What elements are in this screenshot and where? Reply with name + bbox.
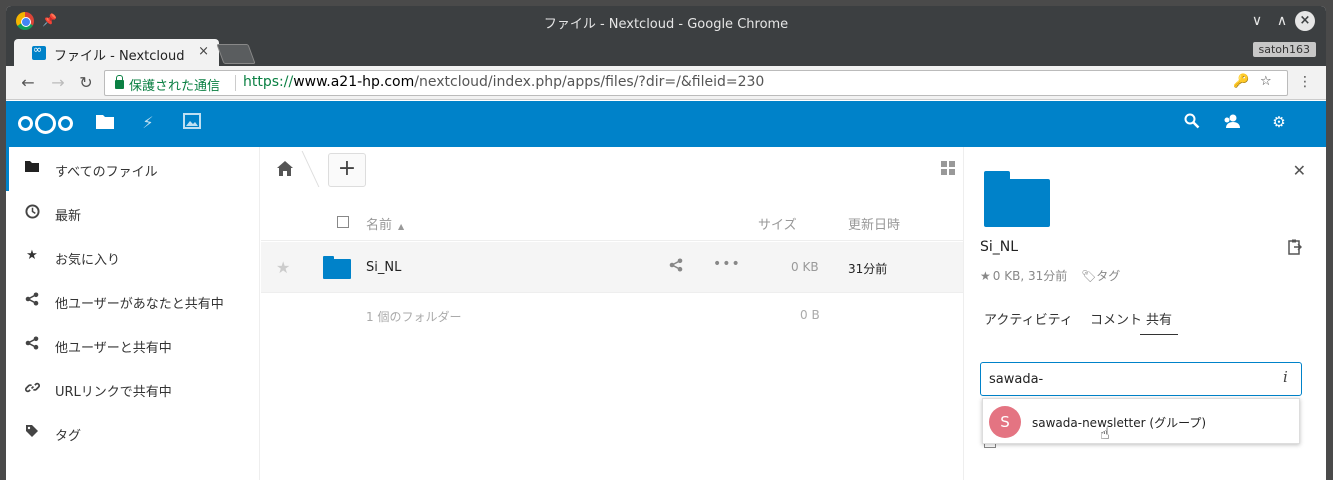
browser-tab[interactable]: ファイル - Nextcloud × bbox=[14, 39, 219, 66]
forward-arrow-icon[interactable]: → bbox=[48, 73, 68, 93]
star-icon: ★ bbox=[26, 248, 38, 263]
tab-comments[interactable]: コメント bbox=[1090, 309, 1142, 334]
nextcloud-logo-icon[interactable] bbox=[18, 113, 80, 135]
column-name-label: 名前 bbox=[366, 218, 393, 233]
file-name[interactable]: Si_NL bbox=[366, 260, 401, 275]
sidebar-item-shared-with-others[interactable]: 他ユーザーと共有中 bbox=[6, 323, 260, 367]
sidebar-item-label: 最新 bbox=[55, 209, 82, 224]
profile-badge[interactable]: satoh163 bbox=[1252, 42, 1316, 57]
window-close-icon[interactable]: × bbox=[1295, 11, 1315, 31]
sidebar-item-favorites[interactable]: ★ お気に入り bbox=[6, 235, 260, 279]
search-icon[interactable] bbox=[1181, 113, 1203, 135]
sidebar-item-shared-by-link[interactable]: URLリンクで共有中 bbox=[6, 367, 260, 411]
details-meta: ★ 0 KB, 31分前 🏷タグ bbox=[980, 267, 1120, 284]
summary-count: 1 個のフォルダー bbox=[366, 310, 462, 324]
favorite-star-icon[interactable]: ★ bbox=[980, 269, 991, 283]
maximize-chevron-up-icon[interactable]: ∧ bbox=[1272, 11, 1292, 31]
file-size: 0 KB bbox=[791, 260, 819, 274]
details-file-name: Si_NL bbox=[980, 239, 1019, 255]
secure-label: 保護された通信 bbox=[129, 79, 221, 94]
files-app-icon[interactable] bbox=[94, 113, 116, 135]
lock-icon bbox=[115, 75, 124, 89]
url-path: /nextcloud/index.php/apps/files/?dir=/&f… bbox=[414, 74, 765, 90]
file-summary: 1 個のフォルダー 0 B bbox=[261, 293, 963, 333]
bookmark-star-icon[interactable]: ☆ bbox=[1260, 74, 1272, 89]
url-text[interactable]: https://www.a21-hp.com/nextcloud/index.p… bbox=[243, 74, 764, 90]
tab-close-icon[interactable]: × bbox=[198, 44, 209, 59]
browser-menu-icon[interactable]: ⋮ bbox=[1298, 74, 1312, 90]
home-icon[interactable] bbox=[277, 161, 295, 179]
reload-icon[interactable]: ↻ bbox=[76, 73, 96, 93]
url-divider bbox=[235, 75, 236, 91]
clock-icon bbox=[24, 204, 40, 220]
link-icon bbox=[24, 380, 40, 396]
tag-icon: 🏷 bbox=[1081, 269, 1097, 283]
gallery-icon[interactable] bbox=[181, 113, 203, 135]
new-file-button[interactable]: + bbox=[328, 153, 366, 187]
avatar: S bbox=[989, 406, 1021, 438]
sidebar-item-label: タグ bbox=[55, 429, 82, 444]
close-icon[interactable]: ✕ bbox=[1293, 161, 1306, 180]
window-title: ファイル - Nextcloud - Google Chrome bbox=[543, 17, 789, 32]
activity-icon[interactable]: ⚡ bbox=[137, 113, 159, 135]
summary-total-size: 0 B bbox=[800, 308, 820, 322]
nextcloud-favicon-icon bbox=[32, 43, 46, 60]
tab-bar: ファイル - Nextcloud × satoh163 bbox=[6, 36, 1326, 66]
sidebar-item-label: お気に入り bbox=[55, 253, 121, 268]
suggestion-label[interactable]: sawada-newsletter (グループ) bbox=[1032, 414, 1206, 431]
sidebar-item-tags[interactable]: タグ bbox=[6, 411, 260, 455]
url-scheme: https:// bbox=[243, 74, 294, 90]
more-options-icon[interactable]: ••• bbox=[713, 256, 741, 272]
files-sidebar: すべてのファイル 最新 ★ お気に入り 他ユーザーがあなたと共有中 他ユーザーと… bbox=[6, 147, 260, 480]
tab-sharing[interactable]: 共有 bbox=[1140, 309, 1179, 335]
nextcloud-header: ⚡ ⚙ bbox=[6, 101, 1326, 147]
copy-path-icon[interactable] bbox=[1288, 239, 1302, 259]
contacts-icon[interactable] bbox=[1220, 113, 1242, 135]
hand-cursor-icon: ☝ bbox=[1100, 424, 1110, 443]
tab-activity[interactable]: アクティビティ bbox=[984, 309, 1073, 334]
minimize-chevron-down-icon[interactable]: ∨ bbox=[1247, 11, 1267, 31]
column-size-header[interactable]: サイズ bbox=[758, 214, 797, 233]
sidebar-item-label: URLリンクで共有中 bbox=[55, 385, 172, 400]
sidebar-item-recent[interactable]: 最新 bbox=[6, 191, 260, 235]
column-modified-header[interactable]: 更新日時 bbox=[848, 214, 900, 233]
back-arrow-icon[interactable]: ← bbox=[18, 73, 38, 93]
column-name-header[interactable]: 名前 ▲ bbox=[366, 214, 404, 233]
tag-icon bbox=[24, 424, 40, 440]
tab-title: ファイル - Nextcloud bbox=[54, 49, 185, 64]
share-with-input[interactable] bbox=[980, 362, 1302, 396]
details-tags-label[interactable]: タグ bbox=[1096, 269, 1120, 283]
key-icon[interactable]: 🔑 bbox=[1233, 74, 1249, 89]
address-bar[interactable]: 保護された通信 https://www.a21-hp.com/nextcloud… bbox=[104, 70, 1288, 96]
share-icon bbox=[24, 336, 40, 352]
folder-preview-icon bbox=[984, 171, 1050, 227]
table-row[interactable]: ★ Si_NL ••• 0 KB 31分前 bbox=[261, 242, 963, 293]
favorite-star-icon[interactable]: ★ bbox=[276, 258, 290, 277]
settings-gear-icon[interactable]: ⚙ bbox=[1268, 113, 1290, 135]
file-table-header: 名前 ▲ サイズ 更新日時 bbox=[261, 199, 963, 241]
share-suggestion-dropdown[interactable]: S sawada-newsletter (グループ) ☝ bbox=[982, 398, 1300, 444]
sidebar-item-label: 他ユーザーと共有中 bbox=[55, 341, 172, 356]
file-modified: 31分前 bbox=[848, 262, 888, 276]
info-icon[interactable]: i bbox=[1283, 368, 1288, 386]
folder-icon bbox=[323, 256, 351, 279]
file-list-area: + 名前 ▲ サイズ 更新日時 ★ Si_NL ••• 0 KB 31分前 1 個… bbox=[261, 147, 963, 480]
sidebar-item-label: 他ユーザーがあなたと共有中 bbox=[55, 297, 224, 312]
title-bar: 📌 ファイル - Nextcloud - Google Chrome ∨ ∧ × bbox=[6, 6, 1326, 36]
grid-view-icon[interactable] bbox=[941, 161, 955, 175]
sidebar-item-all-files[interactable]: すべてのファイル bbox=[6, 147, 260, 191]
sort-ascending-icon: ▲ bbox=[398, 222, 405, 231]
sidebar-item-label: すべてのファイル bbox=[55, 165, 158, 180]
details-panel: ✕ Si_NL ★ 0 KB, 31分前 🏷タグ アクティビティ コメント 共有 … bbox=[963, 147, 1326, 480]
share-icon bbox=[24, 292, 40, 308]
details-size-modified: 0 KB, 31分前 bbox=[992, 269, 1068, 283]
url-host: www.a21-hp.com bbox=[293, 74, 415, 90]
folder-icon bbox=[24, 160, 40, 176]
sidebar-item-shared-with-you[interactable]: 他ユーザーがあなたと共有中 bbox=[6, 279, 260, 323]
browser-toolbar: ← → ↻ 保護された通信 https://www.a21-hp.com/nex… bbox=[6, 66, 1326, 100]
new-tab-button[interactable] bbox=[216, 44, 256, 64]
select-all-checkbox[interactable] bbox=[337, 216, 349, 228]
browser-window: 📌 ファイル - Nextcloud - Google Chrome ∨ ∧ ×… bbox=[6, 6, 1326, 480]
share-icon[interactable] bbox=[669, 258, 683, 276]
